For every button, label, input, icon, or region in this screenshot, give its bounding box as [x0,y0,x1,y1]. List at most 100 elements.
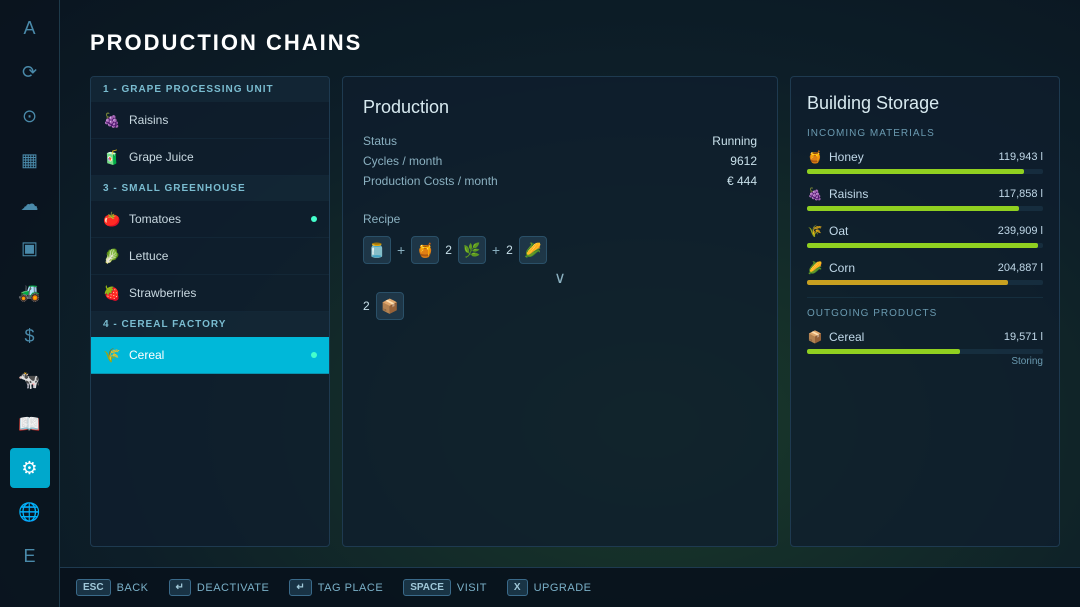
costs-label: Production Costs / month [363,174,498,188]
incoming-label: INCOMING MATERIALS [807,128,1043,139]
incoming-raisins: 🍇 Raisins 117,858 l [807,186,1043,211]
chart-icon[interactable]: ▣ [10,228,50,268]
output-amount: 2 [363,299,370,313]
grape-juice-label: Grape Juice [129,150,317,164]
cycles-row: Cycles / month 9612 [363,154,757,168]
content-row: 1 - GRAPE PROCESSING UNIT 🍇 Raisins 🧃 Grape … [90,76,1060,547]
letter-e-icon[interactable]: E [10,536,50,576]
raisins-name: Raisins [829,187,993,201]
storage-title: Building Storage [807,93,1043,114]
enter-key-1: ↵ [169,579,191,596]
tag-place-btn[interactable]: ↵ TAG PLACE [289,579,383,596]
chain-group-header-group1: 1 - GRAPE PROCESSING UNIT [91,77,329,102]
corn-icon: 🌽 [807,260,823,276]
esc-back-btn[interactable]: ESC BACK [76,579,149,596]
recipe-inputs: 🫙 + 🍯 2 🌿 + 2 🌽 [363,236,757,264]
cycles-value: 9612 [730,154,757,168]
honey-bar-bg [807,169,1043,174]
honey-icon: 🍯 [807,149,823,165]
raisins-icon: 🍇 [103,111,121,129]
outgoing-label: OUTGOING PRODUCTS [807,308,1043,319]
raisins-bar-fill [807,206,1019,211]
raisins-label: Raisins [129,113,317,127]
output-cereal-icon: 📦 [376,292,404,320]
tag-place-label: TAG PLACE [318,582,383,594]
x-key: X [507,579,528,596]
recipe-arrow: ∨ [363,268,757,288]
storage-divider [807,297,1043,298]
visit-label: VISIT [457,582,487,594]
cereal-label: Cereal [129,348,317,362]
sidebar: A⟳⊙▦☁▣🚜$🐄📖⚙🌐E [0,0,60,607]
ingredient-raisins-icon: 🍯 [411,236,439,264]
chain-group-header-group3: 3 - SMALL GREENHOUSE [91,176,329,201]
factory-icon[interactable]: ⚙ [10,448,50,488]
chain-item-cereal[interactable]: 🌾 Cereal [91,337,329,374]
page-title: PRODUCTION CHAINS [90,30,1060,56]
oat-icon: 🌾 [807,223,823,239]
corn-bar-bg [807,280,1043,285]
raisins-value: 117,858 l [999,188,1043,200]
globe-icon[interactable]: 🌐 [10,492,50,532]
chain-item-lettuce[interactable]: 🥬 Lettuce [91,238,329,275]
lettuce-icon: 🥬 [103,247,121,265]
back-label: BACK [117,582,149,594]
upgrade-btn[interactable]: X UPGRADE [507,579,592,596]
strawberries-label: Strawberries [129,286,317,300]
cow-icon[interactable]: 🐄 [10,360,50,400]
status-label: Status [363,134,397,148]
cereal-icon: 📦 [807,329,823,345]
recipe-output: 2 📦 [363,292,757,320]
deactivate-btn[interactable]: ↵ DEACTIVATE [169,579,270,596]
oat-bar-bg [807,243,1043,248]
enter-key-2: ↵ [289,579,311,596]
oat-bar-fill [807,243,1038,248]
book-icon[interactable]: 📖 [10,404,50,444]
upgrade-label: UPGRADE [534,582,592,594]
cloud-icon[interactable]: ☁ [10,184,50,224]
tractor-icon[interactable]: 🚜 [10,272,50,312]
raisins-bar-bg [807,206,1043,211]
honey-bar-fill [807,169,1024,174]
cereal-icon: 🌾 [103,346,121,364]
chain-item-tomatoes[interactable]: 🍅Tomatoes [91,201,329,238]
chain-item-grape-juice[interactable]: 🧃 Grape Juice [91,139,329,176]
wheel-icon[interactable]: ⊙ [10,96,50,136]
cereal-status: Storing [807,356,1043,367]
corn-bar-fill [807,280,1008,285]
coin-icon[interactable]: $ [10,316,50,356]
tomatoes-icon: 🍅 [103,210,121,228]
storage-panel: Building Storage INCOMING MATERIALS 🍯 Ho… [790,76,1060,547]
outgoing-cereal: 📦 Cereal 19,571 l Storing [807,329,1043,367]
lettuce-label: Lettuce [129,249,317,263]
production-title: Production [363,97,757,118]
num2b: 2 [506,243,513,257]
cereal-name: Cereal [829,330,998,344]
deactivate-label: DEACTIVATE [197,582,269,594]
status-row: Status Running [363,134,757,148]
ingredient-oat-icon: 🌿 [458,236,486,264]
corn-name: Corn [829,261,992,275]
chain-item-strawberries[interactable]: 🍓 Strawberries [91,275,329,312]
recipe-label: Recipe [363,212,757,226]
letter-a-icon[interactable]: A [10,8,50,48]
ingredient-corn-icon: 🌽 [519,236,547,264]
grape-juice-icon: 🧃 [103,148,121,166]
honey-name: Honey [829,150,993,164]
calendar-icon[interactable]: ▦ [10,140,50,180]
oat-name: Oat [829,224,992,238]
strawberries-icon: 🍓 [103,284,121,302]
bottom-bar: ESC BACK ↵ DEACTIVATE ↵ TAG PLACE SPACE … [60,567,1080,607]
space-key: SPACE [403,579,451,596]
chain-item-raisins[interactable]: 🍇 Raisins [91,102,329,139]
cereal-value: 19,571 l [1004,331,1043,343]
visit-btn[interactable]: SPACE VISIT [403,579,487,596]
cereal-bar-bg [807,349,1043,354]
status-value: Running [712,134,757,148]
main-content: PRODUCTION CHAINS 1 - GRAPE PROCESSING U… [60,0,1080,567]
production-panel: Production Status Running Cycles / month… [342,76,778,547]
num2: 2 [445,243,452,257]
chains-panel: 1 - GRAPE PROCESSING UNIT 🍇 Raisins 🧃 Grape … [90,76,330,547]
clock-icon[interactable]: ⟳ [10,52,50,92]
oat-value: 239,909 l [998,225,1043,237]
